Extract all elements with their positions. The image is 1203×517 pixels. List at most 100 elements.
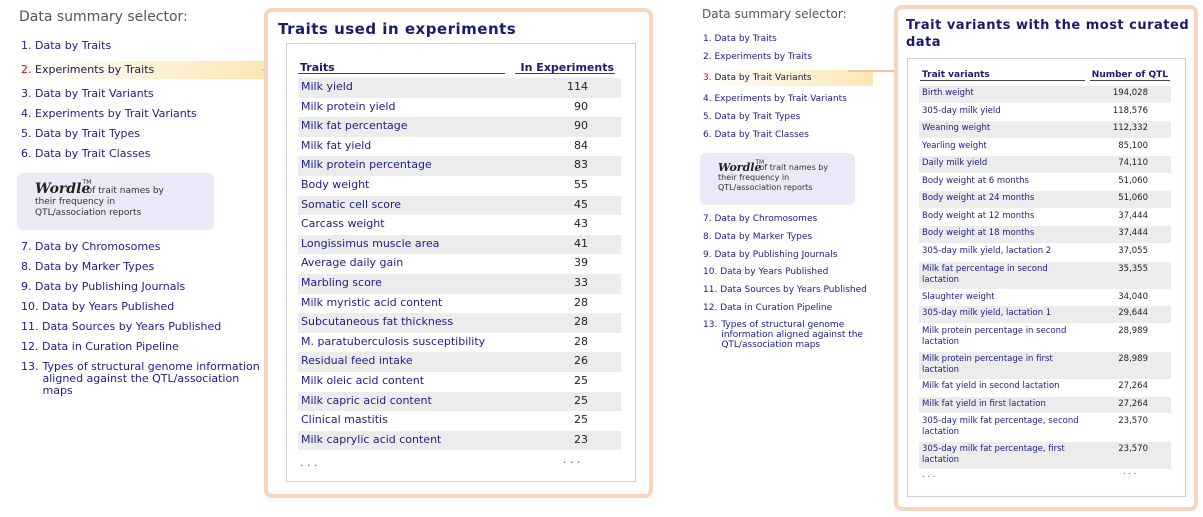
menu-item-label: Data Sources by Years Published <box>720 285 867 295</box>
row-value: 28,989 <box>1118 326 1148 336</box>
table-row: Residual feed intake 26 <box>298 352 621 372</box>
menu-item-data-by-traits[interactable]: 1. Data by Traits <box>21 37 111 55</box>
menu-item-number: 1. <box>703 34 712 44</box>
table-row: Milk fat percentage in second lactation 3… <box>919 262 1171 289</box>
row-value: 83 <box>574 158 588 172</box>
table-row: Milk fat yield in first lactation 27,264 <box>919 397 1171 413</box>
menu-item-label: Data by Years Published <box>42 300 175 313</box>
menu-item-experiments-by-trait-variants[interactable]: 4. Experiments by Trait Variants <box>21 105 197 123</box>
menu-item-10[interactable]: 10. Data by Years Published <box>703 267 828 277</box>
menu-item-data-by-traits[interactable]: 1. Data by Traits <box>703 31 777 47</box>
row-value: 112,332 <box>1112 123 1148 133</box>
menu-item-7[interactable]: 7. Data by Chromosomes <box>21 241 161 253</box>
row-value: 37,444 <box>1118 211 1148 221</box>
row-value: 28 <box>574 315 588 329</box>
ellipsis-right: . . . <box>563 453 581 466</box>
menu-item-number: 4. <box>703 94 712 104</box>
table-row: Body weight at 6 months 51,060 <box>919 174 1171 190</box>
menu-item-label: Data by Trait Types <box>35 127 140 140</box>
menu-item-number: 2. <box>703 52 712 62</box>
table-row: Milk protein yield 90 <box>298 98 621 118</box>
menu-item-number: 12. <box>21 340 39 353</box>
menu-item-12[interactable]: 12. Data in Curation Pipeline <box>21 341 179 353</box>
menu-item-10[interactable]: 10. Data by Years Published <box>21 301 174 313</box>
panel-title: Traits used in experiments <box>278 20 517 38</box>
menu-item-data-by-trait-classes[interactable]: 6. Data by Trait Classes <box>703 127 809 143</box>
row-value: 23,570 <box>1118 444 1148 454</box>
header-underline <box>515 73 615 74</box>
table-row: 305-day milk fat percentage, first lacta… <box>919 442 1171 469</box>
menu-item-7[interactable]: 7. Data by Chromosomes <box>703 214 817 224</box>
menu-item-number: 7. <box>703 214 712 224</box>
menu-item-label: Data by Traits <box>714 34 777 44</box>
menu-item-number: 4. <box>21 107 32 120</box>
menu-item-number: 3. <box>21 87 32 100</box>
menu-item-number: 8. <box>703 232 712 242</box>
menu-item-data-by-trait-variants[interactable]: 3. Data by Trait Variants <box>699 70 873 86</box>
row-value: 41 <box>574 236 588 250</box>
menu-item-8[interactable]: 8. Data by Marker Types <box>703 232 812 242</box>
row-value: 29,644 <box>1118 308 1148 318</box>
menu-item-8[interactable]: 8. Data by Marker Types <box>21 261 154 273</box>
table-row: Milk myristic acid content 28 <box>298 294 621 314</box>
menu-item-data-by-trait-classes[interactable]: 6. Data by Trait Classes <box>21 145 150 163</box>
row-value: 90 <box>574 119 588 133</box>
menu-item-label: Experiments by Traits <box>35 63 155 76</box>
menu-item-experiments-by-traits[interactable]: 2. Experiments by Traits <box>17 61 266 79</box>
menu-item-number: 10. <box>703 267 718 277</box>
menu-item-number: 13. <box>21 360 39 373</box>
menu-item-data-by-trait-types[interactable]: 5. Data by Trait Types <box>703 109 800 125</box>
menu-item-label: Data by Trait Variants <box>35 87 154 100</box>
menu-item-data-by-trait-variants[interactable]: 3. Data by Trait Variants <box>21 85 154 103</box>
ellipsis-right: . . . <box>1123 467 1137 477</box>
menu-item-11[interactable]: 11. Data Sources by Years Published <box>703 285 867 295</box>
table-row: Milk caprylic acid content 23 <box>298 430 621 451</box>
menu-item-9[interactable]: 9. Data by Publishing Journals <box>703 250 837 260</box>
column-header-name: Trait variants <box>922 70 990 80</box>
row-value: 23 <box>574 432 588 446</box>
menu-item-number: 3. <box>703 73 712 83</box>
table-row: Milk oleic acid content 25 <box>298 372 621 392</box>
table-row: Milk fat yield 84 <box>298 137 621 157</box>
menu-item-number: 12. <box>703 303 718 313</box>
row-value: 35,355 <box>1118 264 1148 274</box>
menu-item-experiments-by-traits[interactable]: 2. Experiments by Traits <box>703 49 812 65</box>
menu-item-9[interactable]: 9. Data by Publishing Journals <box>21 281 185 293</box>
menu-item-label: Data by Chromosomes <box>714 214 818 224</box>
menu-item-13[interactable]: 13. Types of structural genome informatio… <box>21 361 271 397</box>
menu-item-12[interactable]: 12. Data in Curation Pipeline <box>703 303 832 313</box>
menu-item-label: Data by Trait Types <box>714 112 801 122</box>
row-value: 51,060 <box>1118 193 1148 203</box>
menu-item-13[interactable]: 13. Types of structural genome informatio… <box>703 320 898 350</box>
header-underline <box>1090 80 1170 81</box>
row-value: 28 <box>574 334 588 348</box>
menu-item-label: Types of structural genome information a… <box>42 360 260 397</box>
table-row: 305-day milk yield 118,576 <box>919 104 1171 120</box>
table-row: Subcutaneous fat thickness 28 <box>298 313 621 333</box>
menu-item-data-by-trait-types[interactable]: 5. Data by Trait Types <box>21 125 140 143</box>
row-value: 51,060 <box>1118 176 1148 186</box>
row-value: 118,576 <box>1112 106 1148 116</box>
row-value: 114 <box>567 80 588 93</box>
menu-item-label: Data by Trait Classes <box>714 130 809 140</box>
wordle-link[interactable]: Wordle TM of trait names by their frequency… <box>17 173 214 230</box>
table-row: Milk protein percentage 83 <box>298 156 621 176</box>
menu-item-number: 11. <box>21 320 39 333</box>
row-value: 26 <box>574 354 588 368</box>
column-header-value: Number of QTL <box>1091 70 1168 80</box>
wordle-link[interactable]: Wordle TM of trait names by their frequency… <box>700 153 855 205</box>
wordle-text-3: QTL/association reports <box>35 208 142 219</box>
row-value: 55 <box>574 178 588 191</box>
row-value: 25 <box>574 374 588 387</box>
table-row: Milk fat percentage 90 <box>298 117 621 137</box>
table-row: Milk capric acid content 25 <box>298 391 621 412</box>
menu-item-label: Data by Marker Types <box>714 232 813 242</box>
menu-item-label: Data by Publishing Journals <box>714 250 838 260</box>
menu-item-label: Data by Trait Classes <box>35 147 151 160</box>
menu-item-experiments-by-trait-variants[interactable]: 4. Experiments by Trait Variants <box>703 91 847 107</box>
menu-item-label: Data by Chromosomes <box>35 240 161 253</box>
row-value: 43 <box>574 217 588 231</box>
table-row: 305-day milk fat percentage, second lact… <box>919 414 1171 441</box>
menu-item-number: 2. <box>21 63 32 76</box>
menu-item-11[interactable]: 11. Data Sources by Years Published <box>21 321 221 333</box>
